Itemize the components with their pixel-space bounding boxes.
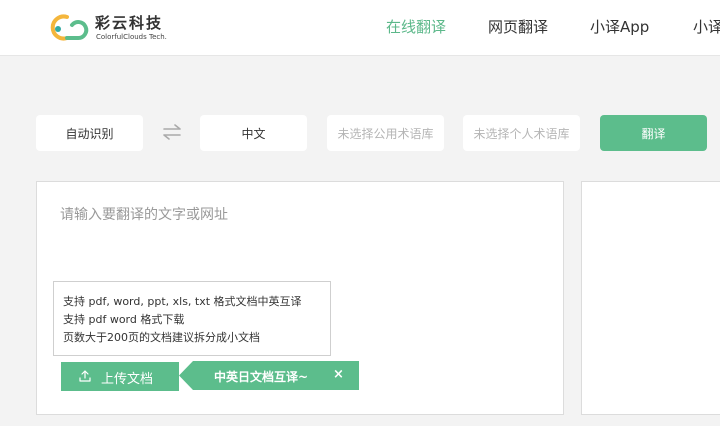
tip-line: 支持 pdf word 格式下载 [63,313,185,326]
cloud-logo-icon [50,14,89,41]
nav-item-web-translate[interactable]: 网页翻译 [488,16,548,37]
target-text-panel [581,181,720,415]
source-language-select[interactable]: 自动识别 [36,115,143,151]
swap-arrows-icon[interactable] [160,120,184,144]
nav-item-more[interactable]: 小译 [693,16,720,37]
public-term-library-select[interactable]: 未选择公用术语库 [327,115,444,151]
translate-button[interactable]: 翻译 [600,115,707,151]
top-header: 彩云科技 ColorfulClouds Tech. 在线翻译 网页翻译 小译Ap… [0,0,720,56]
source-text-input[interactable]: 请输入要翻译的文字或网址 [60,204,228,224]
brand-name-en: ColorfulClouds Tech. [96,33,167,41]
brand-name-cn: 彩云科技 [95,14,164,32]
upload-document-button[interactable]: 上传文档 [61,362,179,391]
source-text-panel[interactable]: 请输入要翻译的文字或网址 支持 pdf, word, ppt, xls, txt… [36,181,564,415]
brand-logo[interactable]: 彩云科技 ColorfulClouds Tech. [44,9,194,47]
tip-line: 支持 pdf, word, ppt, xls, txt 格式文档中英互译 [63,295,302,308]
nav-item-online-translate[interactable]: 在线翻译 [386,16,446,37]
tip-line: 页数大于200页的文档建议拆分成小文档 [63,331,260,344]
promo-close-button[interactable]: × [333,367,344,382]
private-term-library-select[interactable]: 未选择个人术语库 [463,115,580,151]
nav-item-app[interactable]: 小译App [590,16,649,37]
promo-label: 中英日文档互译~ [214,370,309,384]
target-language-select[interactable]: 中文 [200,115,307,151]
document-translate-promo-tag[interactable]: 中英日文档互译~ × [179,361,359,390]
upload-icon [79,370,91,382]
upload-document-label: 上传文档 [101,372,154,387]
document-tips-box: 支持 pdf, word, ppt, xls, txt 格式文档中英互译 支持 … [53,281,331,356]
